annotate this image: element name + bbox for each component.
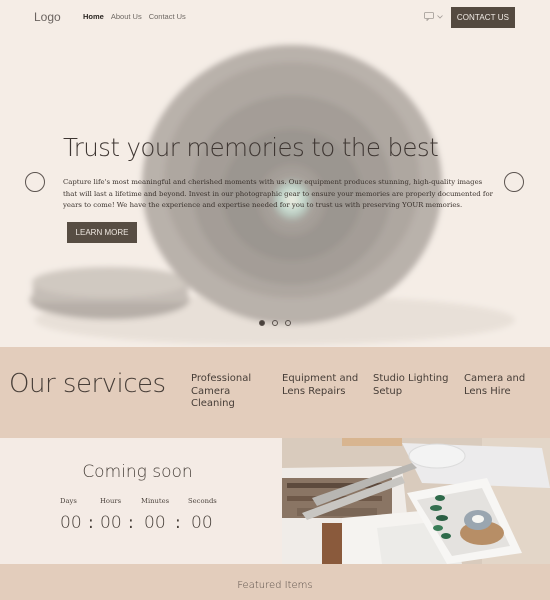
hero-carousel: Trust your memories to the best Capture … <box>0 0 550 347</box>
countdown-separator: : <box>88 513 94 533</box>
countdown-value-days: 00 <box>60 513 82 533</box>
service-item: Studio Lighting Setup <box>373 373 449 397</box>
service-item: Professional Camera Cleaning <box>191 373 252 410</box>
chevron-down-icon <box>437 14 443 19</box>
carousel-prev-button[interactable] <box>25 172 45 192</box>
site-header: Logo Home About Us Contact Us CONTACT US <box>0 0 550 36</box>
carousel-indicators <box>259 320 291 326</box>
countdown-separator: : <box>128 513 134 533</box>
carousel-dot-1[interactable] <box>259 320 265 326</box>
services-section: Our services Professional Camera Cleanin… <box>0 347 550 438</box>
nav-home[interactable]: Home <box>83 12 104 21</box>
services-title: Our services <box>9 369 166 399</box>
countdown-title: Coming soon <box>82 462 193 482</box>
countdown-section: Coming soon Days Hours Minutes Seconds 0… <box>0 438 282 564</box>
learn-more-button[interactable]: LEARN MORE <box>67 222 137 243</box>
countdown-label-days: Days <box>60 497 77 505</box>
featured-items-title: Featured Items <box>237 580 313 591</box>
hero-title: Trust your memories to the best <box>63 133 439 162</box>
photos-image <box>282 438 550 564</box>
language-selector[interactable] <box>424 12 443 21</box>
countdown-value-minutes: 00 <box>144 513 166 533</box>
logo[interactable]: Logo <box>34 10 61 24</box>
scattered-photos-illustration <box>282 438 550 564</box>
contact-us-button[interactable]: CONTACT US <box>451 7 515 28</box>
service-item: Camera and Lens Hire <box>464 373 526 397</box>
main-nav: Home About Us Contact Us <box>83 12 186 21</box>
hero-overlay <box>0 0 550 347</box>
countdown-value-seconds: 00 <box>191 513 213 533</box>
countdown-separator: : <box>175 513 181 533</box>
hero-description: Capture life's most meaningful and cheri… <box>63 178 493 209</box>
nav-contact-us[interactable]: Contact Us <box>149 12 186 21</box>
countdown-label-seconds: Seconds <box>188 497 217 505</box>
countdown-label-minutes: Minutes <box>141 497 170 505</box>
carousel-dot-2[interactable] <box>272 320 278 326</box>
nav-about-us[interactable]: About Us <box>111 12 142 21</box>
carousel-dot-3[interactable] <box>285 320 291 326</box>
carousel-next-button[interactable] <box>504 172 524 192</box>
chat-translate-icon <box>424 12 434 21</box>
service-item: Equipment and Lens Repairs <box>282 373 359 397</box>
featured-section: Featured Items <box>0 564 550 600</box>
countdown-value-hours: 00 <box>100 513 122 533</box>
countdown-label-hours: Hours <box>100 497 122 505</box>
